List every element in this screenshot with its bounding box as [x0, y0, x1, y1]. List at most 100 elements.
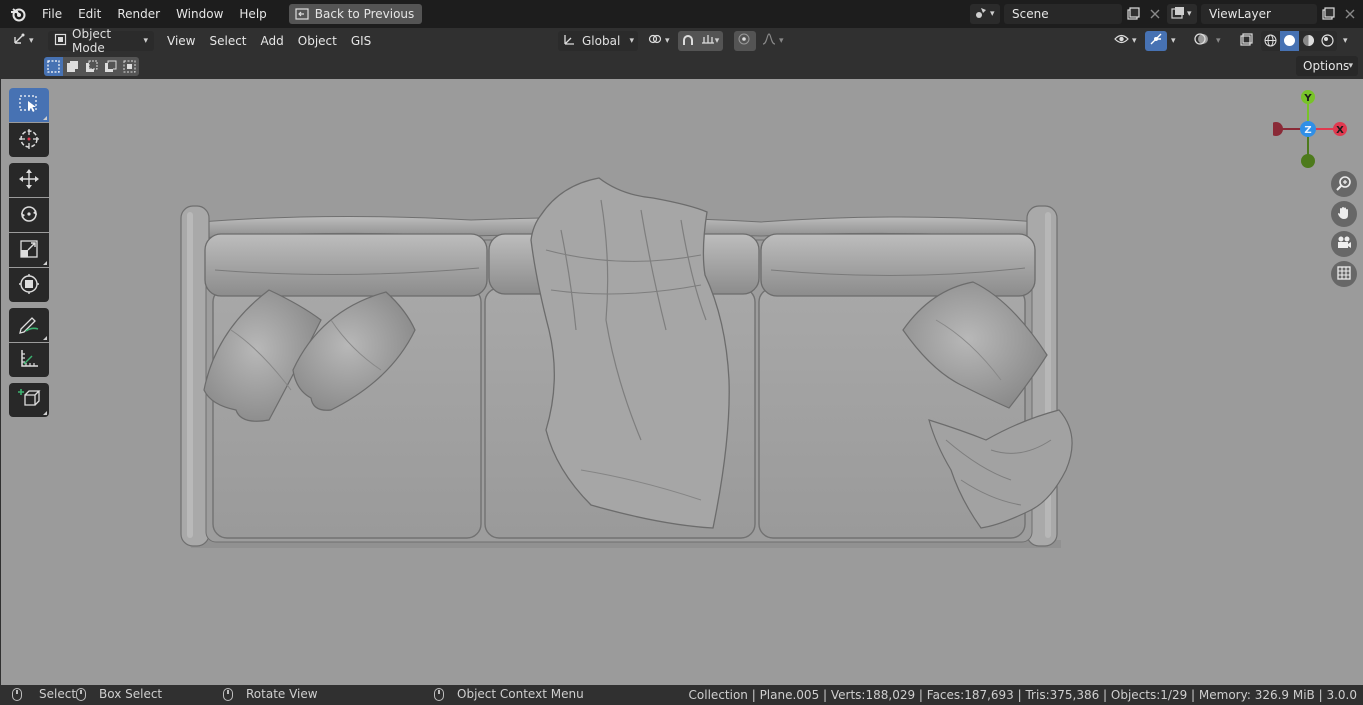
xray-icon — [1240, 32, 1253, 49]
wireframe-shading-icon[interactable] — [1261, 31, 1280, 51]
gizmo-dropdown[interactable]: ▾ — [1167, 31, 1183, 51]
status-bar: Select Box Select Rotate View Object Con… — [0, 685, 1363, 705]
viewlayer-selector: ▾ ViewLayer — [1167, 4, 1361, 24]
scene-browse-button[interactable]: ▾ — [970, 4, 1000, 24]
gizmo-toggle[interactable] — [1145, 30, 1167, 51]
delete-scene-icon[interactable] — [1144, 4, 1166, 24]
back-to-previous-button[interactable]: Back to Previous — [288, 4, 423, 24]
navigation-gizmo[interactable]: Y Z X — [1269, 87, 1353, 169]
eye-icon — [1114, 33, 1129, 48]
material-shading-icon[interactable] — [1299, 31, 1318, 51]
chevron-down-icon: ▾ — [629, 35, 634, 46]
add-cube-tool[interactable] — [9, 383, 49, 417]
chevron-down-icon: ▾ — [1216, 35, 1221, 46]
axis-x-label: X — [1336, 125, 1344, 136]
top-menu-bar: File Edit Render Window Help Back to Pre… — [0, 0, 1363, 28]
select-extend-icon[interactable] — [63, 57, 82, 76]
status-select-hint: Select — [12, 687, 76, 701]
status-rotate-label: Rotate View — [246, 687, 318, 701]
chevron-down-icon: ▾ — [1171, 35, 1176, 46]
viewport-header: ▾ Object Mode ▾ View Select Add Object G… — [0, 27, 1363, 55]
select-box-tool[interactable] — [9, 88, 49, 122]
new-viewlayer-icon[interactable] — [1317, 4, 1339, 24]
delete-viewlayer-icon[interactable] — [1339, 4, 1361, 24]
select-new-icon[interactable] — [44, 57, 63, 76]
zoom-button[interactable] — [1331, 171, 1357, 197]
rendered-shading-icon[interactable] — [1318, 31, 1337, 51]
move-tool[interactable] — [9, 163, 49, 197]
orientation-icon — [562, 32, 576, 49]
chevron-down-icon: ▾ — [1348, 61, 1353, 71]
shading-dropdown[interactable]: ▾ — [1339, 31, 1355, 51]
snap-target-dropdown[interactable]: ▾ — [697, 31, 723, 51]
status-select-label: Select — [39, 687, 77, 701]
menu-add[interactable]: Add — [254, 31, 291, 51]
chevron-down-icon: ▾ — [29, 35, 34, 46]
snap-toggle-icon[interactable] — [678, 31, 697, 51]
3d-viewport[interactable]: Y Z X — [0, 79, 1363, 685]
blender-logo-icon[interactable] — [8, 4, 28, 24]
mouse-drag-icon — [76, 687, 86, 701]
transform-tool[interactable] — [9, 268, 49, 302]
rotate-icon — [18, 203, 40, 228]
scene-statistics: Collection | Plane.005 | Verts:188,029 |… — [688, 688, 1357, 702]
axes-editor-icon — [12, 32, 26, 49]
select-box-icon — [18, 94, 40, 117]
select-subtract-icon[interactable] — [82, 57, 101, 76]
overlays-toggle[interactable] — [1190, 31, 1212, 51]
pivot-icon — [648, 32, 662, 49]
transform-orientation-dropdown[interactable]: Global ▾ — [558, 30, 638, 51]
status-box-select-hint: Box Select — [76, 687, 162, 701]
grid-icon — [1336, 265, 1352, 284]
rotate-tool[interactable] — [9, 198, 49, 232]
editor-type-button[interactable]: ▾ — [8, 31, 40, 51]
tool-variants-indicator — [43, 336, 47, 340]
menu-object[interactable]: Object — [291, 31, 344, 51]
cursor-tool[interactable] — [9, 123, 49, 157]
select-invert-icon[interactable] — [101, 57, 120, 76]
gizmo-icon — [1149, 32, 1163, 49]
annotate-tool[interactable] — [9, 308, 49, 342]
tool-settings-bar: Options ▾ — [0, 53, 1363, 79]
select-intersect-icon[interactable] — [120, 57, 139, 76]
viewlayer-browse-button[interactable]: ▾ — [1167, 4, 1197, 24]
falloff-dropdown[interactable]: ▾ — [758, 31, 786, 51]
object-mode-dropdown[interactable]: Object Mode ▾ — [48, 27, 154, 55]
chevron-down-icon: ▾ — [714, 35, 720, 46]
solid-shading-icon[interactable] — [1280, 30, 1299, 51]
menu-select[interactable]: Select — [202, 31, 253, 51]
visibility-dropdown[interactable]: ▾ — [1110, 31, 1140, 51]
zoom-magnifier-icon — [1336, 175, 1352, 194]
scale-tool[interactable] — [9, 233, 49, 267]
tool-variants-indicator — [43, 261, 47, 265]
new-scene-icon[interactable] — [1122, 4, 1144, 24]
xray-toggle[interactable] — [1236, 31, 1256, 51]
overlays-dropdown[interactable]: ▾ — [1212, 31, 1228, 51]
axis-y-label: Y — [1303, 93, 1312, 104]
chevron-down-icon: ▾ — [1187, 9, 1192, 19]
options-dropdown[interactable]: Options ▾ — [1296, 56, 1358, 76]
status-box-select-label: Box Select — [99, 687, 163, 701]
menu-gis[interactable]: GIS — [344, 31, 378, 51]
menu-file[interactable]: File — [34, 3, 70, 25]
menu-window[interactable]: Window — [168, 3, 231, 25]
scene-name-field[interactable]: Scene — [1004, 4, 1122, 24]
chevron-down-icon: ▾ — [990, 9, 995, 19]
pivot-point-dropdown[interactable]: ▾ — [644, 31, 672, 51]
sofa-model-render — [180, 177, 1073, 548]
perspective-toggle-button[interactable] — [1331, 261, 1357, 287]
menu-edit[interactable]: Edit — [70, 3, 109, 25]
menu-render[interactable]: Render — [109, 3, 168, 25]
axis-gizmo-icon: Y Z X — [1269, 90, 1347, 168]
viewlayer-name-field[interactable]: ViewLayer — [1201, 4, 1317, 24]
menu-view[interactable]: View — [160, 31, 202, 51]
camera-icon — [1336, 235, 1352, 254]
pan-button[interactable] — [1331, 201, 1357, 227]
measure-tool[interactable] — [9, 343, 49, 377]
axis-z-label: Z — [1304, 125, 1311, 136]
menu-help[interactable]: Help — [231, 3, 274, 25]
camera-view-button[interactable] — [1331, 231, 1357, 257]
move-icon — [18, 168, 40, 193]
shading-mode-group — [1261, 30, 1337, 51]
proportional-editing-toggle[interactable] — [734, 30, 756, 51]
